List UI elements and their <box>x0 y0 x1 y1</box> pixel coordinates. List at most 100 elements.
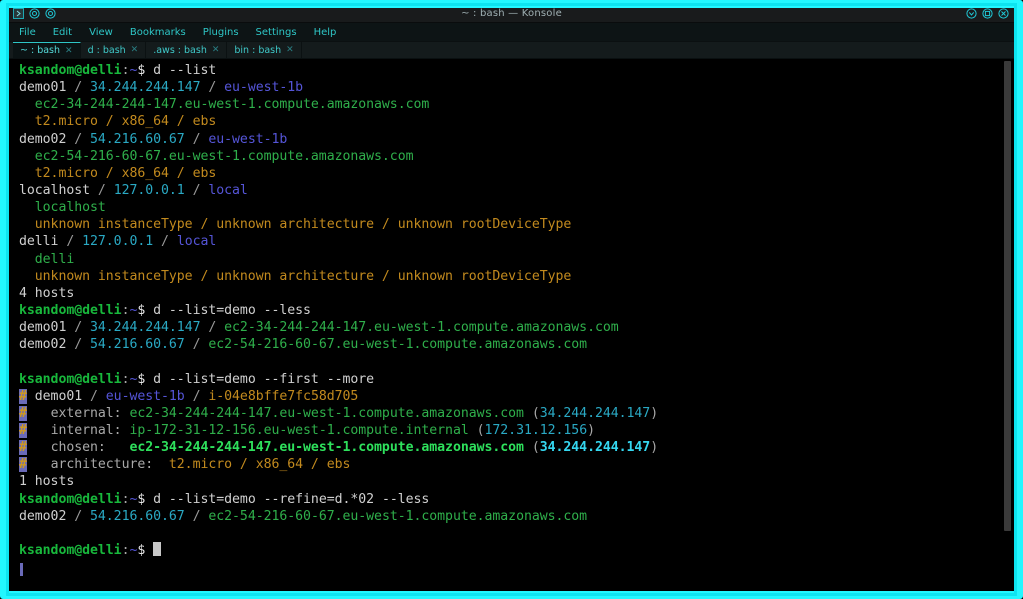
konsole-window: ~ : bash — Konsole File Edit View Bookma… <box>9 4 1014 588</box>
separator: / <box>82 388 106 404</box>
prompt-sign: $ <box>137 302 154 318</box>
tab-aws-bash[interactable]: .aws : bash ✕ <box>146 42 228 58</box>
tab-label: d : bash <box>87 44 126 56</box>
detail-header-line: # demo01 / eu-west-1b / i-04e8bffe7fc58d… <box>19 388 1000 405</box>
detail-dns: ec2-34-244-244-147.eu-west-1.compute.ama… <box>129 405 524 421</box>
host-ip: 54.216.60.67 <box>90 131 185 147</box>
shade-icon[interactable] <box>44 7 56 19</box>
terminal-scrollbar[interactable] <box>1000 59 1014 582</box>
terminal-prompt-line: ksandom@delli:~$ <box>19 541 1000 559</box>
close-icon[interactable]: ✕ <box>65 46 73 56</box>
separator: / <box>184 182 209 198</box>
detail-ip: 172.31.12.156 <box>484 422 588 438</box>
titlebar-right-buttons <box>965 7 1011 19</box>
close-icon[interactable]: ✕ <box>212 45 220 55</box>
terminal-prompt-line: ksandom@delli:~$ d --list <box>19 62 1000 79</box>
maximize-button[interactable] <box>981 7 993 19</box>
prompt-command: d --list=demo --less <box>153 302 311 318</box>
window-bottom-edge <box>9 582 1014 588</box>
detail-label: chosen: <box>50 440 130 456</box>
output-bar-marker: # <box>19 440 27 456</box>
host-count: 4 hosts <box>19 285 75 301</box>
detail-architecture-line: # architecture: t2.micro / x86_64 / ebs <box>19 456 1000 473</box>
host-spec-line: unknown instanceType / unknown architect… <box>19 268 1000 285</box>
host-ip: 54.216.60.67 <box>90 337 185 353</box>
host-dns: ec2-34-244-244-147.eu-west-1.compute.ama… <box>34 97 430 113</box>
host-ip: 34.244.244.147 <box>90 80 201 96</box>
menu-settings[interactable]: Settings <box>254 26 299 39</box>
detail-dns: ip-172-31-12-156.eu-west-1.compute.inter… <box>129 422 469 438</box>
prompt-command: d --list=demo --refine=d.*02 --less <box>153 491 430 507</box>
separator: / <box>153 234 177 250</box>
tab-home-bash[interactable]: ~ : bash ✕ <box>13 42 81 58</box>
prompt-userhost: ksandom@delli <box>19 63 122 78</box>
host-dns-line: delli <box>19 251 1000 268</box>
host-header-line: demo02 / 54.216.60.67 / eu-west-1b <box>19 131 1000 148</box>
prompt-command: d --list <box>153 63 217 78</box>
prompt-sign: $ <box>137 491 154 507</box>
host-spec: t2.micro / x86_64 / ebs <box>34 114 217 130</box>
terminal-prompt-line: ksandom@delli:~$ d --list=demo --refine=… <box>19 491 1000 508</box>
separator: / <box>184 131 209 147</box>
terminal-area[interactable]: ksandom@delli:~$ d --list demo01 / 34.244… <box>9 59 1014 582</box>
detail-ip: 34.244.244.147 <box>539 405 651 421</box>
menu-plugins[interactable]: Plugins <box>201 26 241 39</box>
host-dns: ec2-54-216-60-67.eu-west-1.compute.amazo… <box>208 337 588 353</box>
tab-d-bash[interactable]: d : bash ✕ <box>81 42 147 58</box>
host-header-line: demo01 / 34.244.244.147 / eu-west-1b <box>19 79 1000 96</box>
tab-label: bin : bash <box>234 44 282 56</box>
prompt-userhost: ksandom@delli <box>19 302 122 318</box>
detail-field-line: # internal: ip-172-31-12-156.eu-west-1.c… <box>19 422 1000 439</box>
host-summary-line: demo02 / 54.216.60.67 / ec2-54-216-60-67… <box>19 336 1000 353</box>
scrollbar-thumb[interactable] <box>1004 61 1011 531</box>
close-icon[interactable]: ✕ <box>286 45 294 55</box>
detail-dns: ec2-34-244-244-147.eu-west-1.compute.ama… <box>129 440 524 456</box>
menu-edit[interactable]: Edit <box>51 26 74 39</box>
detail-label: internal: <box>50 422 130 438</box>
host-spec-line: unknown instanceType / unknown architect… <box>19 216 1000 233</box>
host-ip: 127.0.0.1 <box>113 182 185 198</box>
desktop-background: ~ : bash — Konsole File Edit View Bookma… <box>0 0 1023 599</box>
host-name: localhost <box>19 182 91 198</box>
menu-bookmarks[interactable]: Bookmarks <box>128 26 188 39</box>
detail-label: external: <box>50 405 130 421</box>
paren: ( <box>523 440 540 456</box>
host-dns: ec2-54-216-60-67.eu-west-1.compute.amazo… <box>34 148 414 164</box>
paren: ( <box>468 422 485 438</box>
detail-spec: t2.micro / x86_64 / ebs <box>168 457 351 473</box>
host-header-line: localhost / 127.0.0.1 / local <box>19 182 1000 199</box>
host-spec: unknown instanceType / unknown architect… <box>34 217 572 233</box>
close-icon[interactable]: ✕ <box>131 45 139 55</box>
host-dns: ec2-54-216-60-67.eu-west-1.compute.amazo… <box>208 508 588 524</box>
host-spec: unknown instanceType / unknown architect… <box>34 268 572 284</box>
tab-bin-bash[interactable]: bin : bash ✕ <box>227 42 302 58</box>
host-zone: eu-west-1b <box>105 388 185 404</box>
host-dns-line: ec2-34-244-244-147.eu-west-1.compute.ama… <box>19 96 1000 113</box>
window-titlebar[interactable]: ~ : bash — Konsole <box>9 4 1014 23</box>
sticky-icon[interactable] <box>28 7 40 19</box>
host-summary-line: demo01 / 34.244.244.147 / ec2-34-244-244… <box>19 319 1000 336</box>
menu-file[interactable]: File <box>17 26 38 39</box>
menu-help[interactable]: Help <box>312 26 339 39</box>
detail-label: architecture: <box>50 457 169 473</box>
terminal-output[interactable]: ksandom@delli:~$ d --list demo01 / 34.244… <box>9 59 1000 582</box>
host-dns: localhost <box>34 200 106 216</box>
close-button[interactable] <box>997 7 1009 19</box>
output-bar-marker: # <box>19 457 27 473</box>
menu-view[interactable]: View <box>87 26 115 39</box>
paren: ) <box>587 422 595 438</box>
host-name: demo01 <box>19 80 67 96</box>
window-menu-icon[interactable] <box>12 7 24 19</box>
minimize-button[interactable] <box>965 7 977 19</box>
prompt-sign: $ <box>137 542 154 558</box>
host-name: demo02 <box>19 508 67 524</box>
separator: / <box>66 131 91 147</box>
host-spec-line: t2.micro / x86_64 / ebs <box>19 113 1000 130</box>
